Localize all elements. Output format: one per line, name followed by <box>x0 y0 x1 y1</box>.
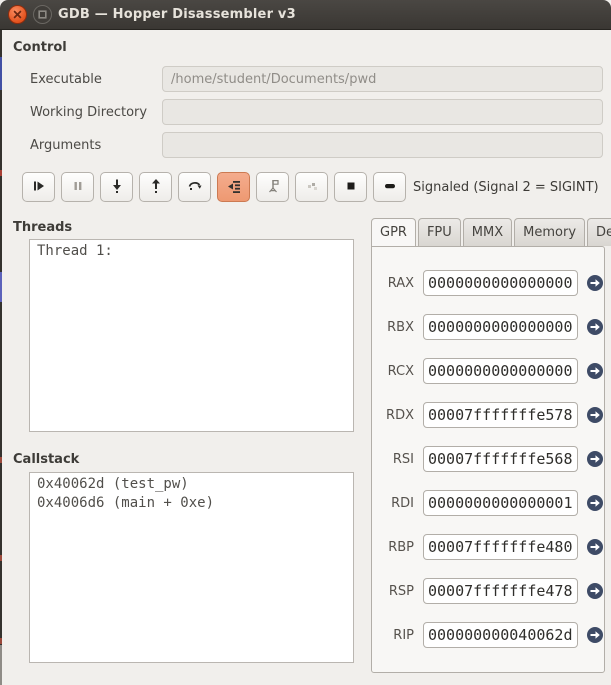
tab-mmx[interactable]: MMX <box>463 218 512 246</box>
register-value-rcx[interactable] <box>423 358 578 384</box>
show-current-instruction-button[interactable] <box>217 172 250 202</box>
threads-section-label: Threads <box>13 220 72 235</box>
goto-rdi-button[interactable] <box>586 494 604 512</box>
register-label-rax: RAX <box>370 276 414 291</box>
tab-debugger[interactable]: Debugger <box>587 218 611 246</box>
arguments-field[interactable] <box>162 132 603 158</box>
window-title: GDB — Hopper Disassembler v3 <box>58 7 296 22</box>
list-arrow-icon <box>226 178 242 197</box>
stop-icon <box>343 178 359 197</box>
working-directory-field[interactable] <box>162 99 603 125</box>
thread-item[interactable]: Thread 1: <box>37 242 346 261</box>
arrow-right-circle-icon <box>586 632 604 647</box>
pause-icon <box>70 178 86 197</box>
arrow-right-circle-icon <box>586 456 604 471</box>
step-into-button[interactable] <box>100 172 133 202</box>
step-into-icon <box>109 178 125 197</box>
arguments-label: Arguments <box>30 138 101 153</box>
register-value-rax[interactable] <box>423 270 578 296</box>
goto-rax-button[interactable] <box>586 274 604 292</box>
goto-rip-button[interactable] <box>586 626 604 644</box>
register-label-rdx: RDX <box>370 408 414 423</box>
maximize-button[interactable] <box>33 5 52 24</box>
register-value-rsi[interactable] <box>423 446 578 472</box>
tab-fpu[interactable]: FPU <box>418 218 461 246</box>
pill-icon <box>382 178 398 197</box>
continue-button[interactable] <box>22 172 55 202</box>
detach-button[interactable] <box>373 172 406 202</box>
step-over-button[interactable] <box>178 172 211 202</box>
register-label-rbx: RBX <box>370 320 414 335</box>
goto-rsp-button[interactable] <box>586 582 604 600</box>
register-label-rbp: RBP <box>370 540 414 555</box>
goto-rbp-button[interactable] <box>586 538 604 556</box>
register-label-rip: RIP <box>370 628 414 643</box>
gdb-debugger-window: GDB — Hopper Disassembler v3 Control Exe… <box>0 0 611 685</box>
background-window-edge <box>0 30 2 685</box>
step-over-icon <box>187 178 203 197</box>
stop-button[interactable] <box>334 172 367 202</box>
step-out-button[interactable] <box>139 172 172 202</box>
arrow-right-circle-icon <box>586 280 604 295</box>
executable-field[interactable] <box>162 66 603 92</box>
goto-rsi-button[interactable] <box>586 450 604 468</box>
goto-rcx-button[interactable] <box>586 362 604 380</box>
register-label-rsi: RSI <box>370 452 414 467</box>
goto-rbx-button[interactable] <box>586 318 604 336</box>
register-value-rbp[interactable] <box>423 534 578 560</box>
tab-gpr[interactable]: GPR <box>371 218 416 247</box>
continue-icon <box>31 178 47 197</box>
step-out-icon <box>148 178 164 197</box>
goto-rdx-button[interactable] <box>586 406 604 424</box>
register-label-rcx: RCX <box>370 364 414 379</box>
control-section-label: Control <box>13 40 67 55</box>
arrow-right-circle-icon <box>586 324 604 339</box>
register-value-rsp[interactable] <box>423 578 578 604</box>
register-value-rdx[interactable] <box>423 402 578 428</box>
trace-button[interactable] <box>295 172 328 202</box>
threads-list[interactable]: Thread 1: <box>29 239 354 432</box>
working-directory-label: Working Directory <box>30 105 147 120</box>
dots-icon <box>304 178 320 197</box>
tab-memory[interactable]: Memory <box>514 218 585 246</box>
register-value-rip[interactable] <box>423 622 578 648</box>
callstack-list[interactable]: 0x40062d (test_pw) 0x4006d6 (main + 0xe) <box>29 472 354 663</box>
arrow-right-circle-icon <box>586 412 604 427</box>
arrow-right-circle-icon <box>586 368 604 383</box>
pause-button[interactable] <box>61 172 94 202</box>
callstack-frame[interactable]: 0x40062d (test_pw) <box>37 475 346 494</box>
arrow-right-circle-icon <box>586 588 604 603</box>
arrow-right-circle-icon <box>586 500 604 515</box>
register-label-rdi: RDI <box>370 496 414 511</box>
callstack-frame[interactable]: 0x4006d6 (main + 0xe) <box>37 494 346 513</box>
breakpoints-button[interactable] <box>256 172 289 202</box>
register-value-rbx[interactable] <box>423 314 578 340</box>
register-label-rsp: RSP <box>370 584 414 599</box>
executable-label: Executable <box>30 72 102 87</box>
close-button[interactable] <box>8 5 27 24</box>
debugger-status-text: Signaled (Signal 2 = SIGINT) <box>413 180 599 195</box>
callstack-section-label: Callstack <box>13 452 79 467</box>
register-tabstrip: GPR FPU MMX Memory Debugger <box>371 218 611 247</box>
register-value-rdi[interactable] <box>423 490 578 516</box>
arrow-right-circle-icon <box>586 544 604 559</box>
flag-stand-icon <box>265 178 281 197</box>
titlebar[interactable]: GDB — Hopper Disassembler v3 <box>0 0 611 30</box>
